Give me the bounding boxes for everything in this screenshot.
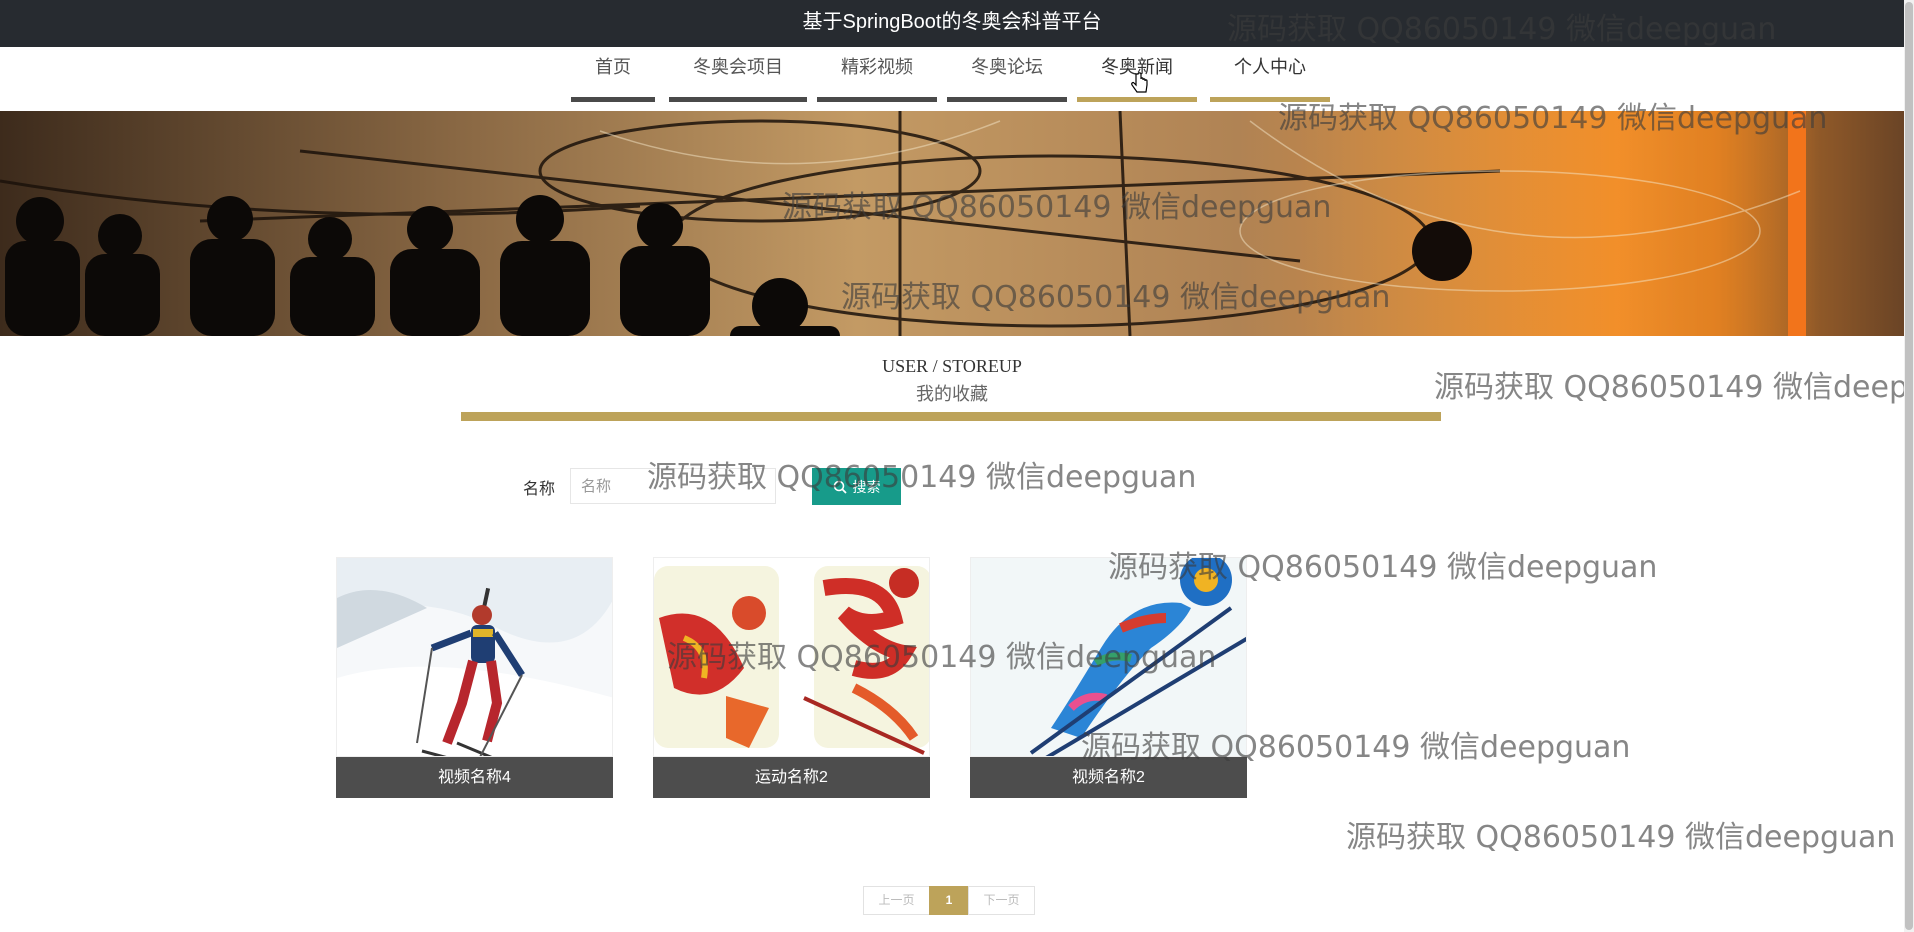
section-title-en: USER / STOREUP: [882, 356, 1022, 376]
pagination: 上一页 1 下一页: [863, 886, 1035, 915]
nav-item-home[interactable]: 首页: [571, 54, 655, 102]
main-nav: 首页 冬奥会项目 精彩视频 冬奥论坛 冬奥新闻 个人中心: [0, 54, 1904, 102]
nav-underline: [669, 97, 807, 102]
nav-underline: [817, 97, 937, 102]
app-title-bar: 基于SpringBoot的冬奥会科普平台: [0, 0, 1904, 47]
search-input[interactable]: [570, 468, 776, 504]
hand-cursor-icon: [1131, 72, 1148, 93]
nav-underline: [1210, 97, 1330, 102]
section-divider: [461, 412, 1441, 421]
card-caption: 运动名称2: [653, 757, 930, 798]
prev-page-button[interactable]: 上一页: [863, 886, 930, 915]
nav-underline: [1077, 97, 1197, 102]
nav-item-label: 首页: [595, 57, 631, 77]
search-label: 名称: [523, 481, 556, 498]
nav-underline: [571, 97, 655, 102]
nav-item-videos[interactable]: 精彩视频: [817, 54, 937, 102]
nav-underline: [947, 97, 1067, 102]
card-image-biathlon: [336, 557, 613, 757]
nav-item-label: 冬奥论坛: [971, 57, 1043, 77]
search-button[interactable]: 搜索: [812, 468, 901, 505]
scrollbar-thumb[interactable]: [1905, 2, 1913, 930]
nav-item-user-center[interactable]: 个人中心: [1210, 54, 1330, 102]
nav-item-olympic-events[interactable]: 冬奥会项目: [669, 54, 807, 102]
nav-item-forum[interactable]: 冬奥论坛: [947, 54, 1067, 102]
card-caption: 视频名称2: [970, 757, 1247, 798]
favorite-card[interactable]: 视频名称2: [970, 557, 1247, 798]
next-page-button[interactable]: 下一页: [968, 886, 1035, 915]
search-button-label: 搜索: [852, 478, 881, 495]
card-image-olympic-poster: [653, 557, 930, 757]
nav-item-label: 个人中心: [1234, 57, 1306, 77]
nav-item-label: 精彩视频: [841, 57, 913, 77]
current-page[interactable]: 1: [929, 886, 969, 915]
nav-item-label: 冬奥会项目: [693, 57, 783, 77]
banner-artwork: [0, 111, 1820, 336]
app-title: 基于SpringBoot的冬奥会科普平台: [802, 11, 1102, 33]
hero-banner: [0, 111, 1904, 336]
favorite-card[interactable]: 视频名称4: [336, 557, 613, 798]
section-title-cn: 我的收藏: [916, 384, 988, 404]
page-scrollbar[interactable]: [1904, 0, 1914, 932]
favorite-card[interactable]: 运动名称2: [653, 557, 930, 798]
search-icon: [833, 480, 847, 494]
watermark-text: 源码获取 QQ86050149 微信deepguan: [1346, 820, 1896, 855]
card-image-ski-jump: [970, 557, 1247, 757]
card-caption: 视频名称4: [336, 757, 613, 798]
